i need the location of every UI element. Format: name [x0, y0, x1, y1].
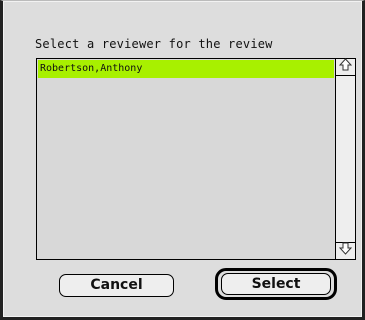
- list-scrollbar[interactable]: [335, 58, 355, 259]
- scroll-down-button[interactable]: [336, 242, 355, 259]
- down-arrow-icon: [338, 242, 353, 260]
- up-arrow-icon: [338, 58, 353, 76]
- cancel-button[interactable]: Cancel: [59, 274, 174, 297]
- select-button[interactable]: Select: [221, 273, 331, 295]
- reviewer-dialog: Select a reviewer for the review Roberts…: [0, 0, 365, 320]
- scroll-up-button[interactable]: [336, 58, 355, 76]
- reviewer-list[interactable]: Robertson,Anthony: [36, 58, 356, 260]
- list-item-reviewer[interactable]: Robertson,Anthony: [38, 60, 334, 78]
- dialog-prompt: Select a reviewer for the review: [35, 37, 273, 51]
